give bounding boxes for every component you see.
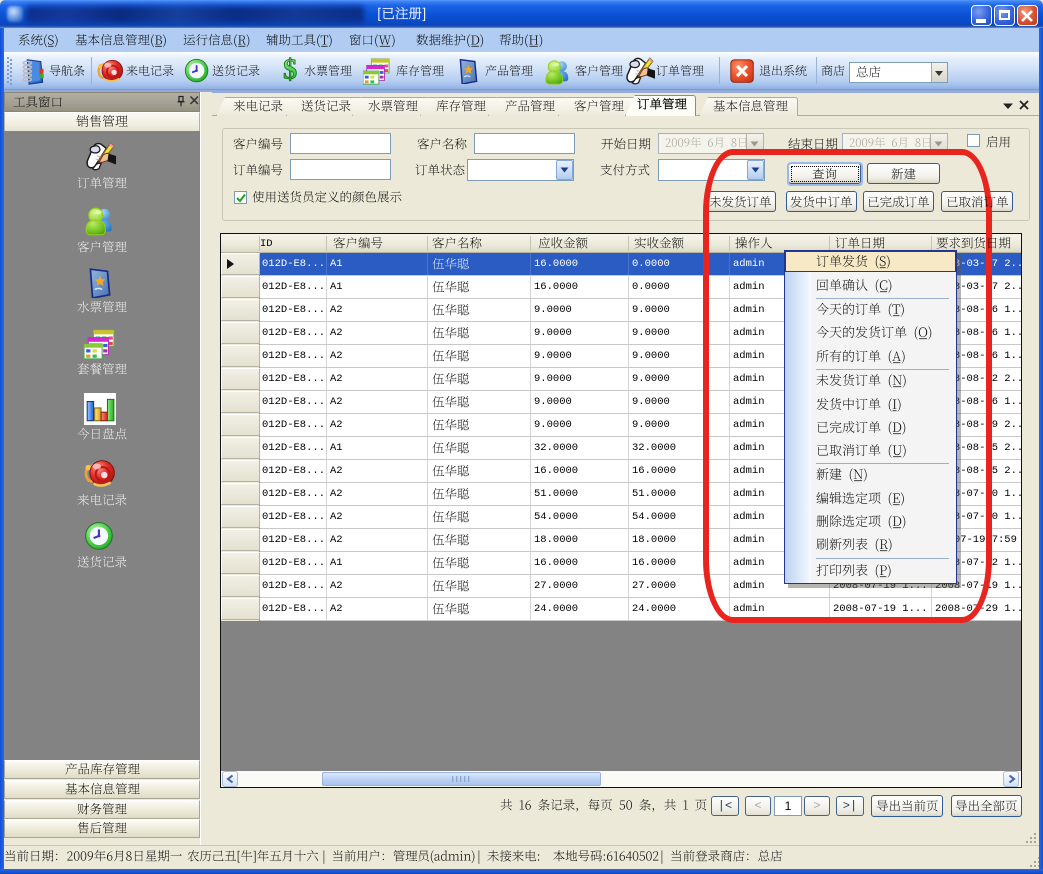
svg-text:$: $ (283, 57, 297, 85)
